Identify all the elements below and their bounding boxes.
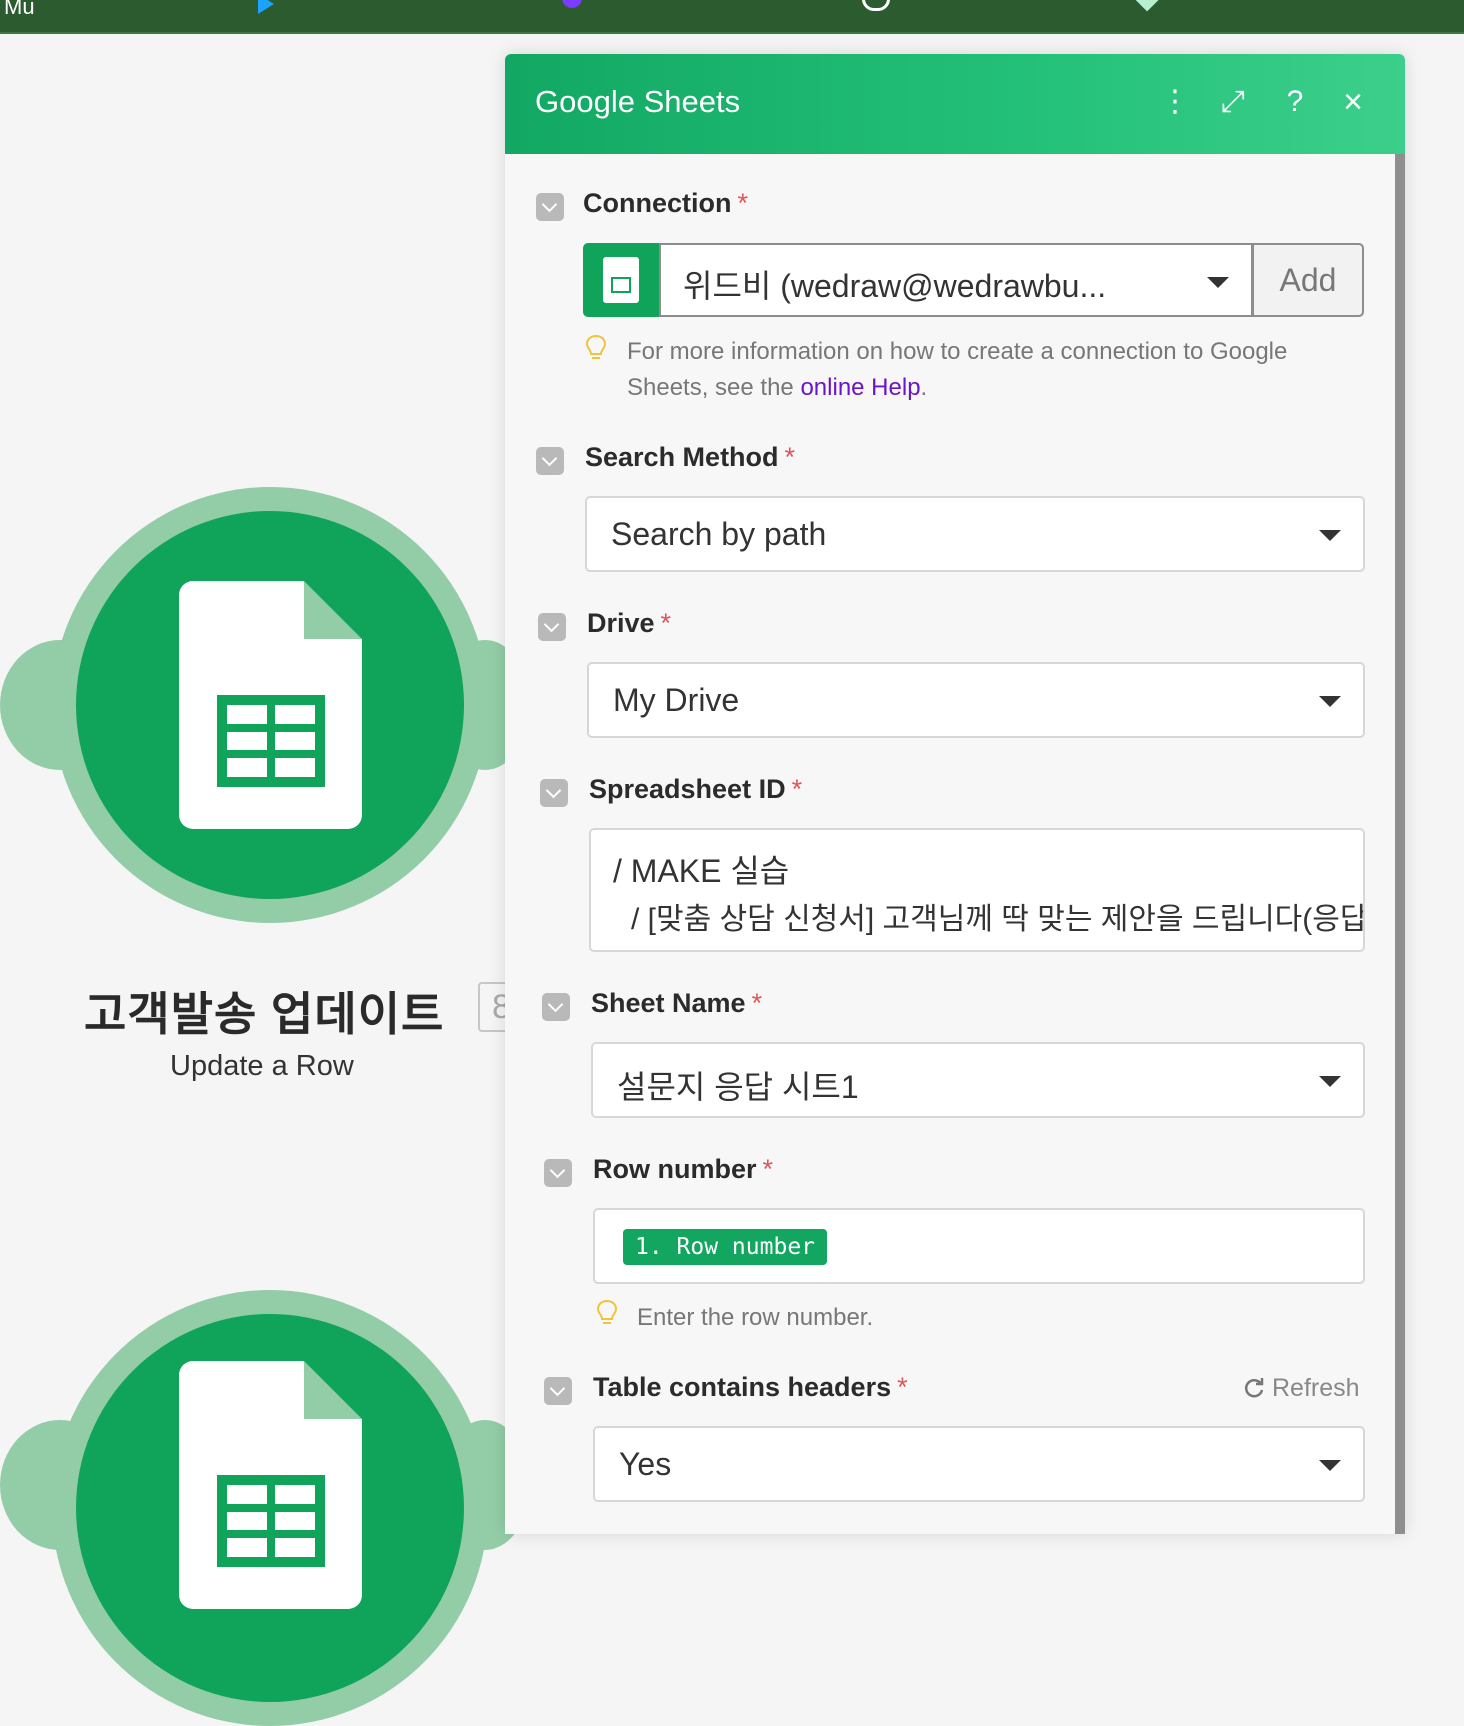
more-vertical-icon[interactable]: ⋮ (1157, 84, 1193, 120)
lightbulb-icon (585, 334, 607, 359)
bookmark-fragment[interactable]: Mu (4, 0, 35, 20)
expand-icon[interactable]: ⤢ (1215, 84, 1251, 120)
online-help-link[interactable]: online Help (800, 374, 920, 401)
bookmark-diamond-icon[interactable] (1131, 0, 1159, 12)
module-subtitle: Update a Row (170, 1050, 354, 1082)
google-sheets-icon (583, 243, 659, 317)
bookmark-circle-icon[interactable] (862, 0, 890, 11)
help-icon[interactable]: ? (1277, 84, 1313, 120)
panel-header: Google Sheets ⋮ ⤢ ? × (505, 54, 1405, 154)
page-fold (304, 581, 362, 639)
table-headers-value: Yes (619, 1446, 672, 1482)
sheet-name-label: Sheet Name * (591, 988, 763, 1018)
chevron-down-icon (1319, 1460, 1341, 1471)
panel-scrollbar[interactable] (1395, 154, 1405, 1534)
connection-label: Connection * (583, 188, 749, 218)
spreadsheet-file-path[interactable]: / [맞춤 상담 신청서] 고객님께 딱 맞는 제안을 드립니다(응답 (631, 894, 1363, 938)
sheet-name-value: 설문지 응답 시트1 (617, 1069, 859, 1105)
add-connection-button[interactable]: Add (1252, 243, 1364, 317)
search-method-select[interactable]: Search by path (585, 496, 1365, 572)
chevron-down-icon (1207, 277, 1229, 288)
page-fold (304, 1361, 362, 1419)
connection-value: 위드비 (wedraw@wedrawbu... (683, 268, 1107, 304)
table-headers-label: Table contains headers * (593, 1372, 908, 1402)
module-title[interactable]: 고객발송 업데이트 (84, 978, 444, 1044)
spreadsheet-folder-path[interactable]: / MAKE 실습 (613, 846, 789, 892)
row-number-hint: Enter the row number. (637, 1304, 874, 1331)
mapped-value-pill[interactable]: 1. Row number (623, 1229, 828, 1265)
search-method-toggle[interactable] (536, 447, 564, 475)
table-headers-toggle[interactable] (544, 1377, 572, 1405)
search-method-value: Search by path (611, 516, 827, 552)
play-icon[interactable] (258, 0, 274, 14)
row-number-toggle[interactable] (544, 1159, 572, 1187)
chevron-down-icon (1319, 530, 1341, 541)
sheet-name-toggle[interactable] (542, 993, 570, 1021)
bookmarks-bar: Mu (0, 0, 1464, 34)
connection-toggle[interactable] (536, 193, 564, 221)
close-icon[interactable]: × (1335, 84, 1371, 120)
table-headers-select[interactable]: Yes (593, 1426, 1365, 1502)
spreadsheet-id-picker[interactable]: / MAKE 실습 / [맞춤 상담 신청서] 고객님께 딱 맞는 제안을 드립… (589, 828, 1365, 952)
chevron-down-icon (1319, 1076, 1341, 1087)
drive-select[interactable]: My Drive (587, 662, 1365, 738)
refresh-icon (1244, 1378, 1264, 1398)
spreadsheet-id-label: Spreadsheet ID * (589, 774, 803, 804)
sheet-grid (217, 695, 325, 787)
spreadsheet-id-toggle[interactable] (540, 779, 568, 807)
refresh-label: Refresh (1272, 1374, 1360, 1402)
sheet-name-select[interactable]: 설문지 응답 시트1 (591, 1042, 1365, 1118)
google-sheets-icon (179, 581, 362, 829)
row-number-label: Row number * (593, 1154, 774, 1184)
search-method-label: Search Method * (585, 442, 796, 472)
connection-select[interactable]: 위드비 (wedraw@wedrawbu... (659, 243, 1253, 317)
refresh-button[interactable]: Refresh (1242, 1374, 1360, 1403)
lightbulb-icon (596, 1299, 618, 1324)
drive-toggle[interactable] (538, 613, 566, 641)
chevron-down-icon (1319, 696, 1341, 707)
drive-value: My Drive (613, 682, 740, 718)
bookmark-favicon-icon[interactable] (562, 0, 582, 8)
panel-title: Google Sheets (535, 84, 741, 119)
drive-label: Drive * (587, 608, 672, 638)
sheet-grid (217, 1475, 325, 1567)
google-sheets-icon (179, 1361, 362, 1609)
connection-hint: For more information on how to create a … (627, 338, 1288, 401)
